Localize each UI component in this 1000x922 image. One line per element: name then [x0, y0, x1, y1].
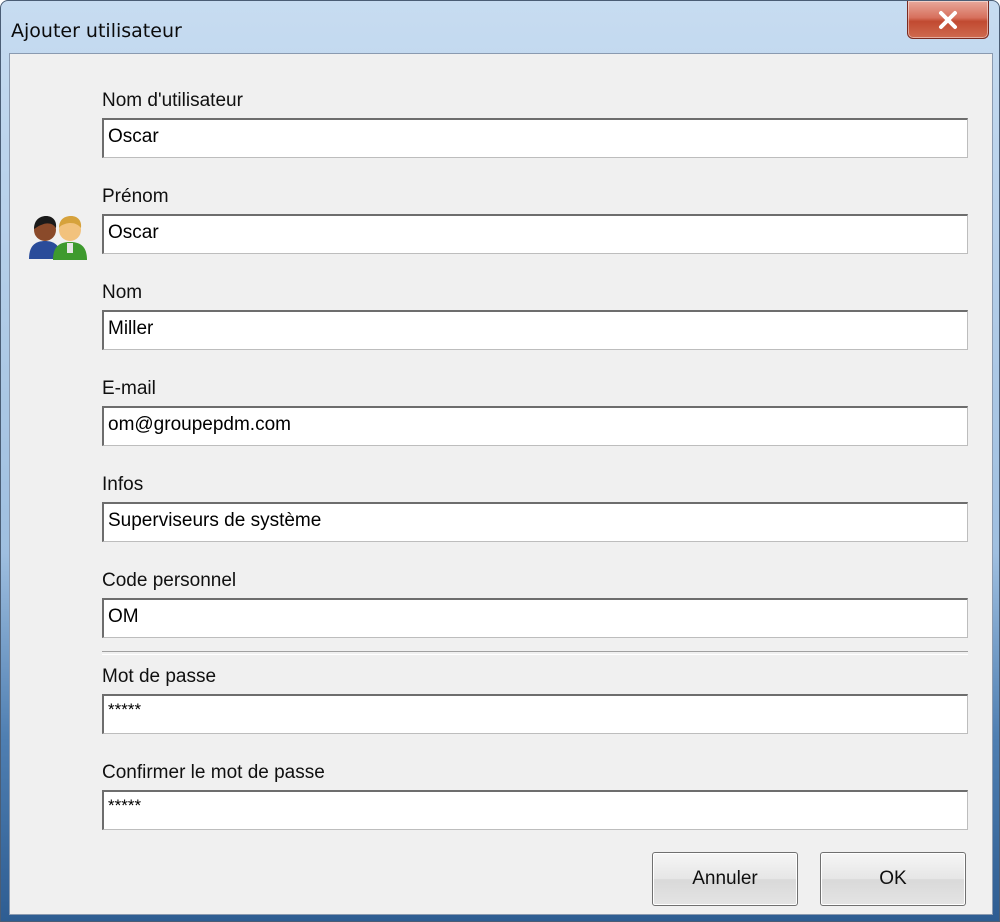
close-button[interactable]	[907, 1, 989, 39]
ok-button[interactable]: OK	[820, 852, 966, 906]
username-input[interactable]: Oscar	[102, 118, 968, 158]
email-label: E-mail	[102, 378, 156, 399]
dialog-body: Nom d'utilisateur Oscar Prénom Oscar Nom…	[9, 53, 993, 915]
cancel-button[interactable]: Annuler	[652, 852, 798, 906]
password-label: Mot de passe	[102, 666, 217, 687]
info-label: Infos	[102, 474, 144, 495]
personal-code-input[interactable]: OM	[102, 598, 968, 638]
confirm-password-input[interactable]: *****	[102, 790, 968, 830]
username-label: Nom d'utilisateur	[102, 90, 243, 111]
separator	[102, 651, 968, 655]
users-icon	[29, 216, 87, 260]
title-bar[interactable]: Ajouter utilisateur	[1, 1, 999, 53]
dialog-title: Ajouter utilisateur	[11, 20, 182, 42]
first-name-input[interactable]: Oscar	[102, 214, 968, 254]
info-input[interactable]: Superviseurs de système	[102, 502, 968, 542]
password-input[interactable]: *****	[102, 694, 968, 734]
confirm-password-label: Confirmer le mot de passe	[102, 762, 325, 783]
close-icon	[939, 10, 957, 29]
personal-code-label: Code personnel	[102, 570, 237, 591]
last-name-label: Nom	[102, 282, 143, 303]
add-user-dialog: Ajouter utilisateur Nom d'utilisateur Os…	[0, 0, 1000, 922]
first-name-label: Prénom	[102, 186, 169, 207]
email-input[interactable]: om@groupepdm.com	[102, 406, 968, 446]
last-name-input[interactable]: Miller	[102, 310, 968, 350]
